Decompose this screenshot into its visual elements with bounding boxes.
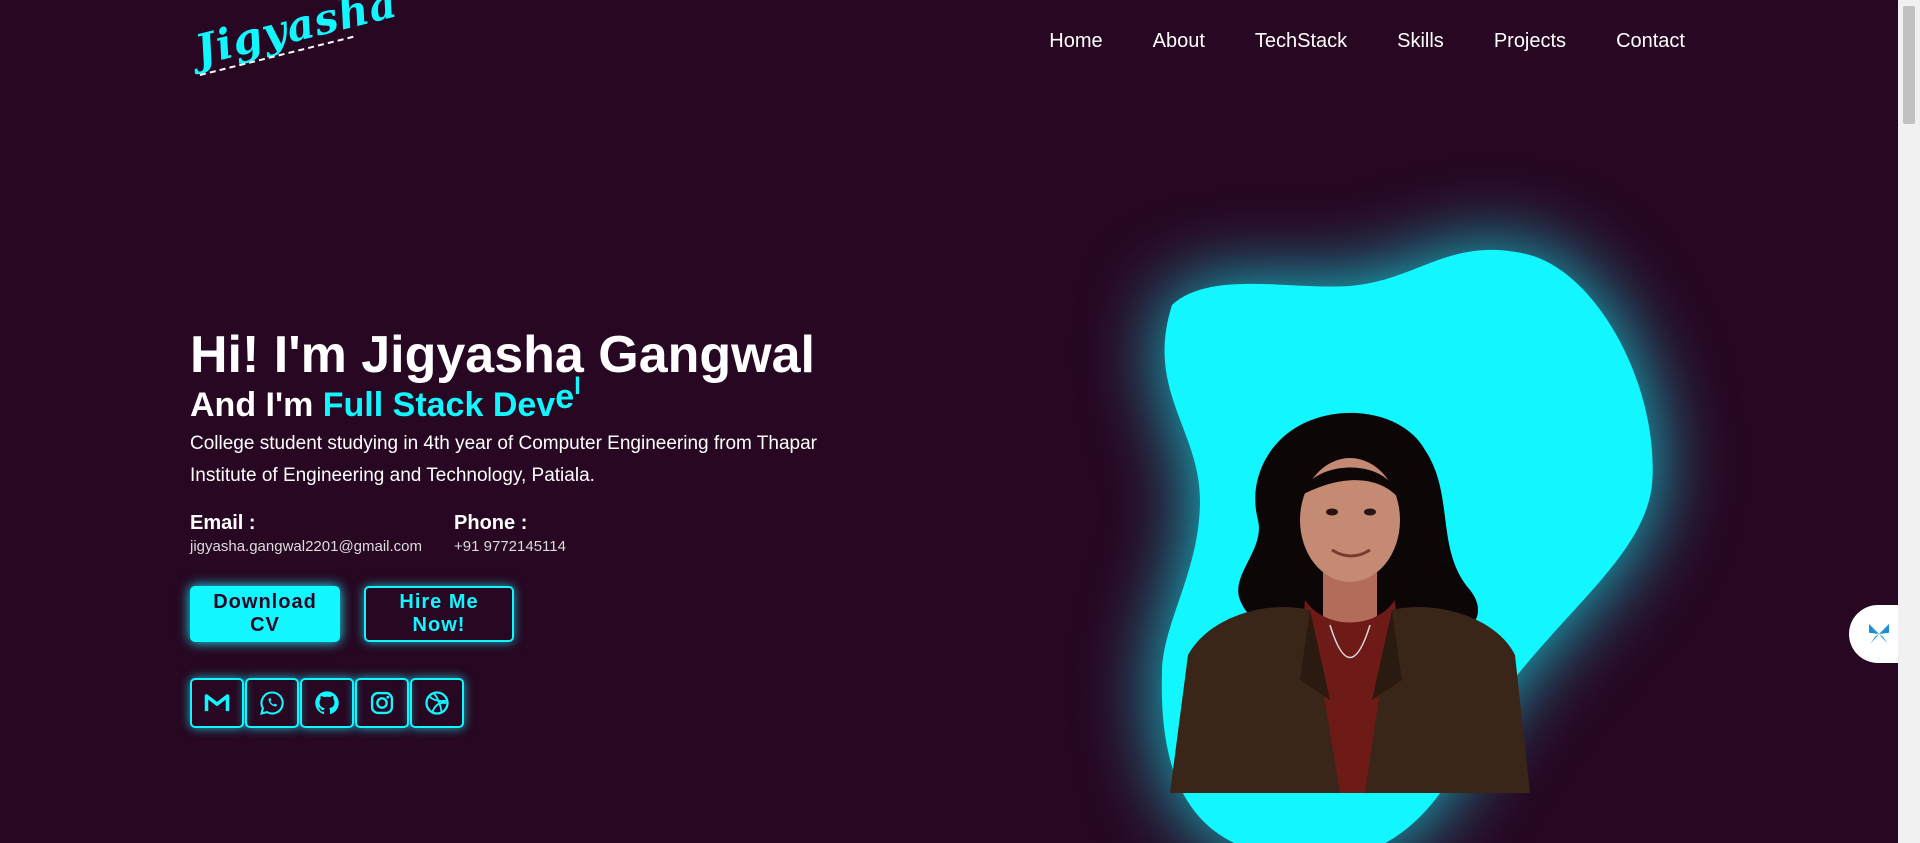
hero-bio: College student studying in 4th year of … [190,433,818,486]
nav-projects[interactable]: Projects [1494,30,1566,53]
role-animated-text: el [555,373,581,430]
nav-about[interactable]: About [1153,30,1205,53]
whatsapp-icon [260,691,284,715]
gmail-icon [204,694,230,712]
butterfly-icon [1869,624,1889,644]
role-highlight: Full Stack Dev [322,386,556,424]
hero-role: And I'm Full Stack Devel [190,373,910,426]
hero-section: Hi! I'm Jigyasha Gangwal And I'm Full St… [190,326,910,728]
phone-block: Phone : +91 9772145114 [454,510,566,558]
instagram-link[interactable] [355,678,409,728]
role-animated-letter: l [574,373,581,400]
email-value: jigyasha.gangwal2201@gmail.com [190,538,423,555]
nav-home[interactable]: Home [1049,30,1102,53]
contact-info: Email : jigyasha.gangwal2201@gmail.com P… [190,510,910,558]
role-prefix: And I'm [190,386,314,424]
github-link[interactable] [300,678,354,728]
email-block: Email : jigyasha.gangwal2201@gmail.com [190,510,422,558]
logo-text: Jigyasha [190,0,403,75]
instagram-icon [370,691,394,715]
github-icon [315,691,339,715]
dribbble-icon [425,691,449,715]
download-cv-button[interactable]: Download CV [190,586,340,642]
gmail-link[interactable] [190,678,244,728]
page-scrollbar[interactable] [1898,0,1920,843]
role-animated-letter: e [555,378,575,416]
hire-me-button[interactable]: Hire Me Now! [364,586,514,642]
profile-photo [1170,412,1530,793]
main-nav: Home About TechStack Skills Projects Con… [1049,30,1685,53]
phone-label: Phone : [454,512,528,534]
phone-value: +91 9772145114 [454,538,566,555]
scrollbar-thumb[interactable] [1903,6,1915,124]
email-label: Email : [190,512,256,534]
nav-techstack[interactable]: TechStack [1255,30,1347,53]
portfolio-page: Jigyasha Home About TechStack Skills Pro… [0,0,1898,843]
nav-contact[interactable]: Contact [1616,30,1685,53]
whatsapp-link[interactable] [245,678,299,728]
nav-skills[interactable]: Skills [1397,30,1444,53]
dribbble-link[interactable] [410,678,464,728]
hero-greeting: Hi! I'm Jigyasha Gangwal [190,326,815,384]
hero-actions: Download CV Hire Me Now! [190,586,910,642]
floating-widget-button[interactable] [1849,605,1898,663]
social-links [190,678,910,728]
site-logo[interactable]: Jigyasha [190,0,402,97]
